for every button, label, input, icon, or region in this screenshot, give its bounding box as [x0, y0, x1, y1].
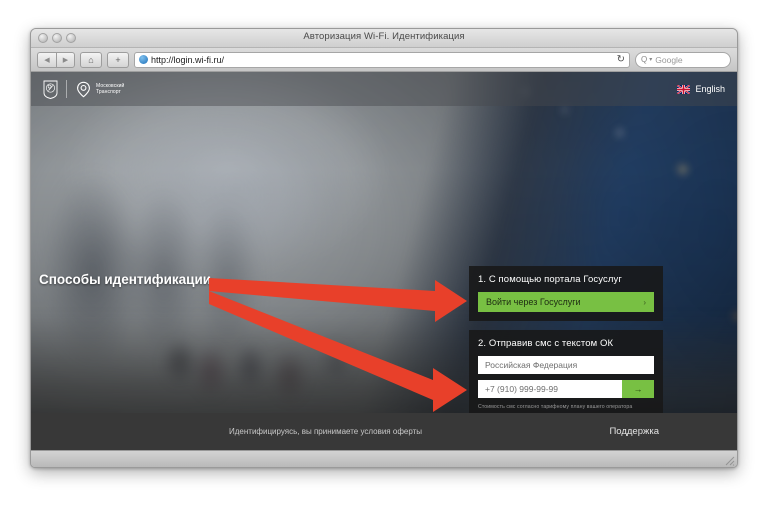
sms-panel-title: 2. Отправив смс с текстом ОК: [478, 338, 614, 349]
address-bar[interactable]: http://login.wi-fi.ru/ ↻: [134, 51, 630, 68]
uk-flag-icon: [677, 84, 691, 94]
resize-grip-icon[interactable]: [723, 454, 735, 466]
transport-logo-text: Московский Транспорт: [96, 83, 125, 95]
phone-input[interactable]: +7 (910) 999-99-99: [478, 380, 622, 398]
browser-statusbar: [31, 450, 737, 467]
site-header: Московский Транспорт English: [31, 72, 737, 106]
phone-row: +7 (910) 999-99-99 →: [478, 380, 654, 398]
phone-submit-button[interactable]: →: [622, 380, 654, 398]
screenshot-root: Авторизация Wi-Fi. Идентификация ◀ ▶ ⌂ +…: [0, 0, 768, 509]
reload-icon[interactable]: ↻: [617, 54, 625, 65]
offer-text: Идентифицируясь, вы принимаете условия о…: [229, 427, 423, 436]
phone-placeholder: +7 (910) 999-99-99: [485, 384, 559, 394]
favicon-icon: [139, 55, 148, 64]
annotation-label: Способы идентификации: [39, 272, 212, 287]
chevron-down-icon[interactable]: ▾: [649, 56, 652, 63]
page-viewport: Московский Транспорт English Способы иде…: [31, 72, 737, 450]
country-select[interactable]: Российская Федерация: [478, 356, 654, 374]
logo-group[interactable]: Московский Транспорт: [43, 80, 124, 99]
sms-panel: 2. Отправив смс с текстом ОК Российская …: [469, 330, 663, 419]
window-title: Авторизация Wi-Fi. Идентификация: [303, 31, 465, 42]
gosuslugi-button-label: Войти через Госуслуги: [486, 297, 581, 307]
language-label: English: [695, 84, 725, 94]
browser-titlebar[interactable]: Авторизация Wi-Fi. Идентификация: [31, 29, 737, 48]
home-icon[interactable]: ⌂: [80, 51, 102, 68]
gosuslugi-panel: 1. С помощью портала Госуслуг Войти чере…: [469, 266, 663, 321]
sms-fineprint: Стоимость смс согласно тарифному плану в…: [478, 404, 633, 410]
url-text: http://login.wi-fi.ru/: [151, 54, 225, 65]
browser-window: Авторизация Wi-Fi. Идентификация ◀ ▶ ⌂ +…: [30, 28, 738, 468]
logo-divider: [66, 80, 67, 98]
search-input[interactable]: Q ▾ Google: [635, 51, 731, 68]
gosuslugi-login-button[interactable]: Войти через Госуслуги ›: [478, 292, 654, 312]
country-value: Российская Федерация: [485, 360, 578, 370]
transport-pin-icon: [77, 81, 90, 97]
moscow-transport-logo[interactable]: Московский Транспорт: [75, 81, 124, 98]
support-link[interactable]: Поддержка: [609, 426, 659, 437]
gosuslugi-panel-title: 1. С помощью портала Госуслуг: [478, 274, 622, 285]
search-icon: Q: [641, 55, 648, 64]
site-footer: Идентифицируясь, вы принимаете условия о…: [31, 413, 737, 450]
chevron-right-icon: ›: [643, 297, 646, 307]
search-placeholder: Google: [655, 54, 683, 65]
forward-button[interactable]: ▶: [56, 51, 75, 68]
nav-buttons[interactable]: ◀ ▶: [37, 51, 75, 68]
new-tab-button[interactable]: +: [107, 51, 129, 68]
browser-toolbar: ◀ ▶ ⌂ + http://login.wi-fi.ru/ ↻ Q ▾ Goo…: [31, 48, 737, 72]
auth-panels: 1. С помощью портала Госуслуг Войти чере…: [469, 266, 663, 419]
moscow-coat-of-arms-icon: [43, 80, 58, 99]
back-button[interactable]: ◀: [37, 51, 56, 68]
language-switcher[interactable]: English: [677, 84, 725, 94]
